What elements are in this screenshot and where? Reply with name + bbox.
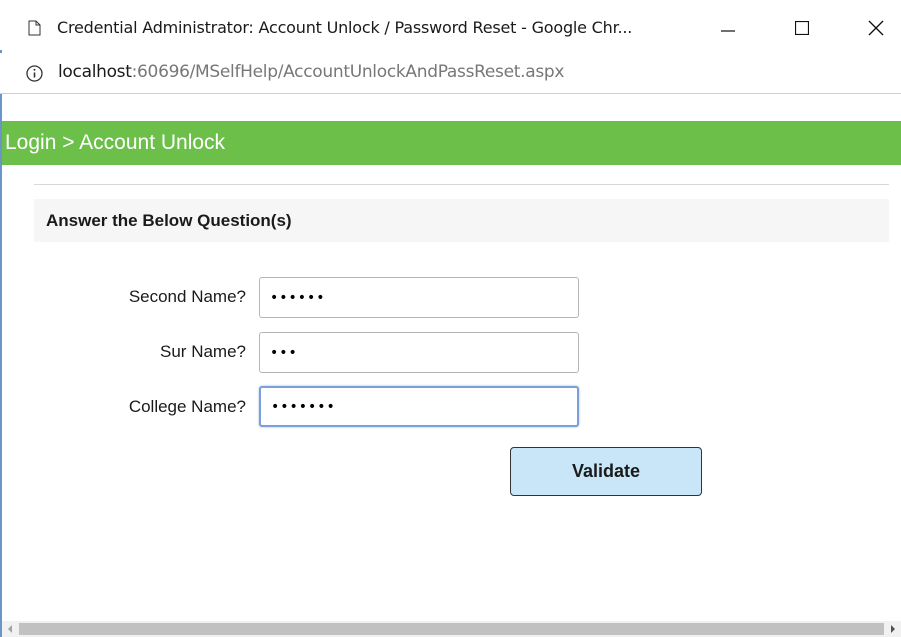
scroll-left-button[interactable] (2, 621, 18, 637)
address-bar[interactable]: localhost:60696/MSelfHelp/AccountUnlockA… (0, 53, 901, 94)
divider (34, 184, 889, 185)
scroll-left-icon (8, 625, 12, 633)
question-label-sur-name: Sur Name? (160, 342, 246, 361)
breadcrumb: Login > Account Unlock (5, 131, 226, 154)
sur-name-input[interactable] (259, 332, 579, 373)
url-text[interactable]: localhost:60696/MSelfHelp/AccountUnlockA… (58, 62, 564, 82)
window-border (0, 0, 12, 637)
scroll-right-icon (891, 625, 895, 633)
breadcrumb-banner: Login > Account Unlock (2, 121, 901, 165)
section-header: Answer the Below Question(s) (34, 199, 889, 242)
maximize-icon (795, 21, 809, 35)
scrollbar-thumb[interactable] (19, 623, 884, 635)
url-host: localhost (58, 62, 132, 82)
info-icon[interactable] (26, 65, 43, 82)
minimize-icon (721, 30, 735, 32)
title-bar: Credential Administrator: Account Unlock… (0, 0, 901, 50)
second-name-input[interactable] (259, 277, 579, 318)
close-icon (868, 20, 884, 36)
minimize-button[interactable] (705, 10, 751, 46)
maximize-button[interactable] (779, 10, 825, 46)
question-label-second-name: Second Name? (128, 287, 246, 306)
close-button[interactable] (853, 10, 899, 46)
question-label-college-name: College Name? (128, 397, 246, 416)
horizontal-scrollbar[interactable] (2, 621, 901, 637)
scroll-right-button[interactable] (885, 621, 901, 637)
validate-button[interactable]: Validate (510, 447, 702, 496)
page-icon (28, 20, 41, 36)
college-name-input[interactable] (259, 386, 579, 427)
url-path: :60696/MSelfHelp/AccountUnlockAndPassRes… (131, 62, 565, 82)
window-title: Credential Administrator: Account Unlock… (57, 18, 633, 37)
section-heading: Answer the Below Question(s) (46, 211, 292, 230)
